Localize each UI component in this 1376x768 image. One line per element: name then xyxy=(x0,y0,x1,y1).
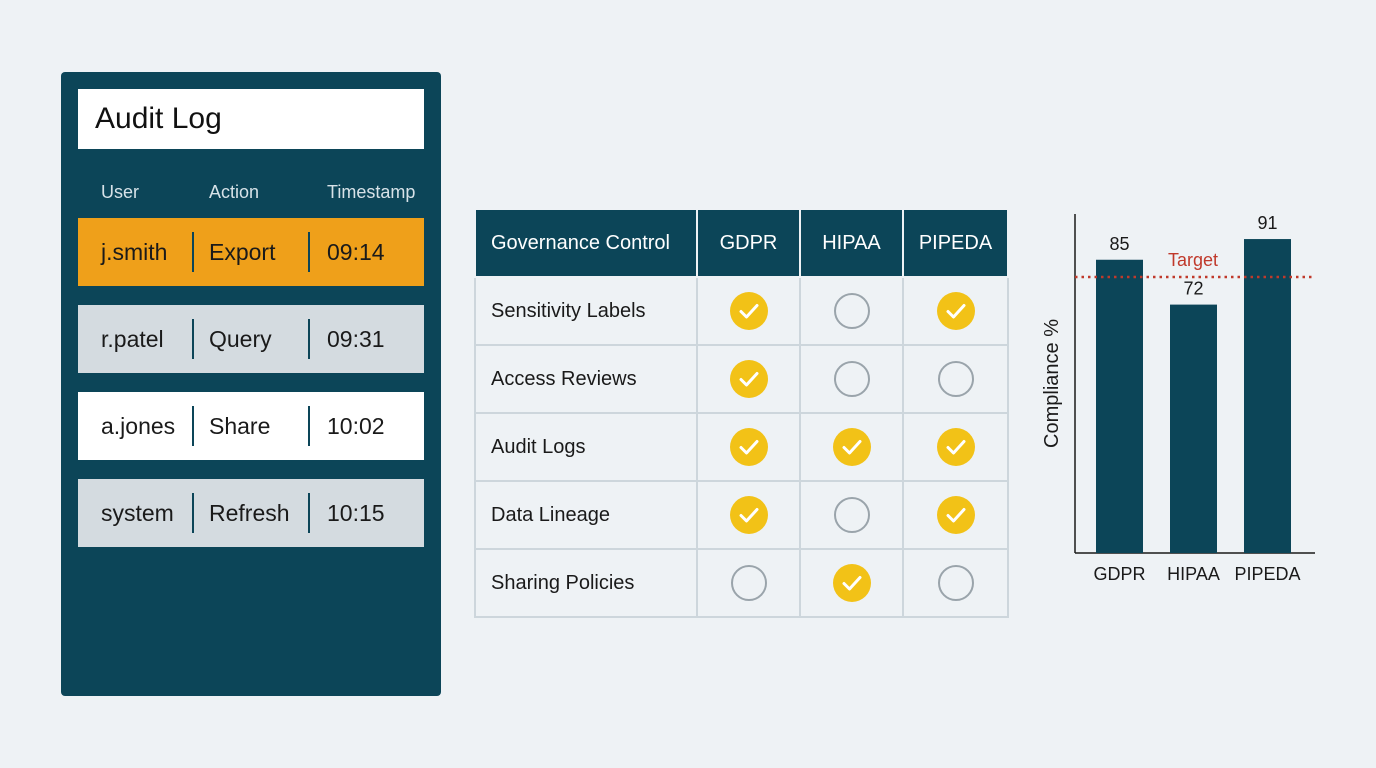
table-row: Sensitivity Labels xyxy=(474,276,1009,346)
control-name: Access Reviews xyxy=(474,344,698,414)
status-cell-gdpr xyxy=(696,344,801,414)
control-name: Sharing Policies xyxy=(474,548,698,618)
check-icon xyxy=(936,292,975,330)
header-pipeda: PIPEDA xyxy=(902,208,1009,278)
cell-divider xyxy=(192,319,194,359)
check-icon xyxy=(832,564,871,602)
audit-row-user: r.patel xyxy=(101,326,164,352)
status-cell-gdpr xyxy=(696,412,801,482)
empty-circle-icon xyxy=(833,293,870,329)
audit-row-time: 09:31 xyxy=(327,326,385,352)
audit-log-column-headers: User Action Timestamp xyxy=(61,180,441,204)
category-label: PIPEDA xyxy=(1234,564,1300,584)
empty-circle-icon xyxy=(937,565,974,601)
audit-row-user: system xyxy=(101,500,174,526)
empty-circle-icon xyxy=(730,565,767,601)
table-row: Data Lineage xyxy=(474,480,1009,550)
audit-row-time: 10:15 xyxy=(327,500,385,526)
audit-log-title: Audit Log xyxy=(95,102,222,135)
target-label: Target xyxy=(1168,250,1218,270)
cell-divider xyxy=(308,319,310,359)
bar-value-label: 72 xyxy=(1183,279,1203,299)
check-icon xyxy=(936,496,975,534)
bar-pipeda xyxy=(1244,239,1291,554)
header-hipaa: HIPAA xyxy=(799,208,904,278)
check-icon xyxy=(832,428,871,466)
audit-row[interactable]: a.jones Share 10:02 xyxy=(78,392,424,460)
empty-circle-icon xyxy=(833,497,870,533)
column-header-action: Action xyxy=(209,182,260,202)
check-icon xyxy=(729,496,768,534)
check-icon xyxy=(729,292,768,330)
status-cell-gdpr xyxy=(696,480,801,550)
status-cell-gdpr xyxy=(696,276,801,346)
empty-circle-icon xyxy=(937,361,974,397)
status-cell-pipeda xyxy=(902,276,1009,346)
bar-hipaa xyxy=(1170,304,1217,553)
column-header-timestamp: Timestamp xyxy=(327,182,416,202)
audit-row-action: Query xyxy=(209,326,272,352)
cell-divider xyxy=(308,406,310,446)
audit-row-action: Export xyxy=(209,239,276,265)
check-icon xyxy=(936,428,975,466)
control-name: Data Lineage xyxy=(474,480,698,550)
control-name: Sensitivity Labels xyxy=(474,276,698,346)
header-gdpr: GDPR xyxy=(696,208,801,278)
table-header-row: Governance Control GDPR HIPAA PIPEDA xyxy=(474,208,1009,278)
table-row: Access Reviews xyxy=(474,344,1009,414)
status-cell-pipeda xyxy=(902,412,1009,482)
column-header-user: User xyxy=(101,182,140,202)
bar-value-label: 85 xyxy=(1109,234,1129,254)
cell-divider xyxy=(192,493,194,533)
status-cell-hipaa xyxy=(799,480,904,550)
status-cell-gdpr xyxy=(696,548,801,618)
audit-row-time: 10:02 xyxy=(327,413,385,439)
audit-row-action: Refresh xyxy=(209,500,290,526)
status-cell-hipaa xyxy=(799,276,904,346)
table-row: Audit Logs xyxy=(474,412,1009,482)
check-icon xyxy=(729,428,768,466)
audit-row[interactable]: system Refresh 10:15 xyxy=(78,479,424,547)
audit-row[interactable]: r.patel Query 09:31 xyxy=(78,305,424,373)
bar-value-label: 91 xyxy=(1257,213,1277,233)
audit-row-user: j.smith xyxy=(101,239,168,265)
cell-divider xyxy=(192,232,194,272)
status-cell-hipaa xyxy=(799,412,904,482)
empty-circle-icon xyxy=(833,361,870,397)
audit-row[interactable]: j.smith Export 09:14 xyxy=(78,218,424,286)
status-cell-hipaa xyxy=(799,344,904,414)
status-cell-pipeda xyxy=(902,548,1009,618)
status-cell-pipeda xyxy=(902,344,1009,414)
y-axis-label: Compliance % xyxy=(1041,319,1063,448)
table-row: Sharing Policies xyxy=(474,548,1009,618)
audit-row-time: 09:14 xyxy=(327,239,385,265)
cell-divider xyxy=(192,406,194,446)
audit-log-title-box: Audit Log xyxy=(78,89,424,149)
audit-row-user: a.jones xyxy=(101,413,176,439)
control-name: Audit Logs xyxy=(474,412,698,482)
compliance-bar-chart: Compliance % 85 GDPR 72 HIPAA 91 PIPEDA Target xyxy=(1041,213,1315,584)
category-label: GDPR xyxy=(1093,564,1145,584)
cell-divider xyxy=(308,232,310,272)
header-governance-control: Governance Control xyxy=(474,208,698,278)
status-cell-hipaa xyxy=(799,548,904,618)
audit-log-panel: Audit Log User Action Timestamp j.smith … xyxy=(61,72,441,696)
governance-control-table: Governance Control GDPR HIPAA PIPEDA Sen… xyxy=(474,208,1009,618)
cell-divider xyxy=(308,493,310,533)
bar-gdpr xyxy=(1096,259,1143,553)
check-icon xyxy=(729,360,768,398)
category-label: HIPAA xyxy=(1167,564,1220,584)
status-cell-pipeda xyxy=(902,480,1009,550)
audit-row-action: Share xyxy=(209,413,271,439)
